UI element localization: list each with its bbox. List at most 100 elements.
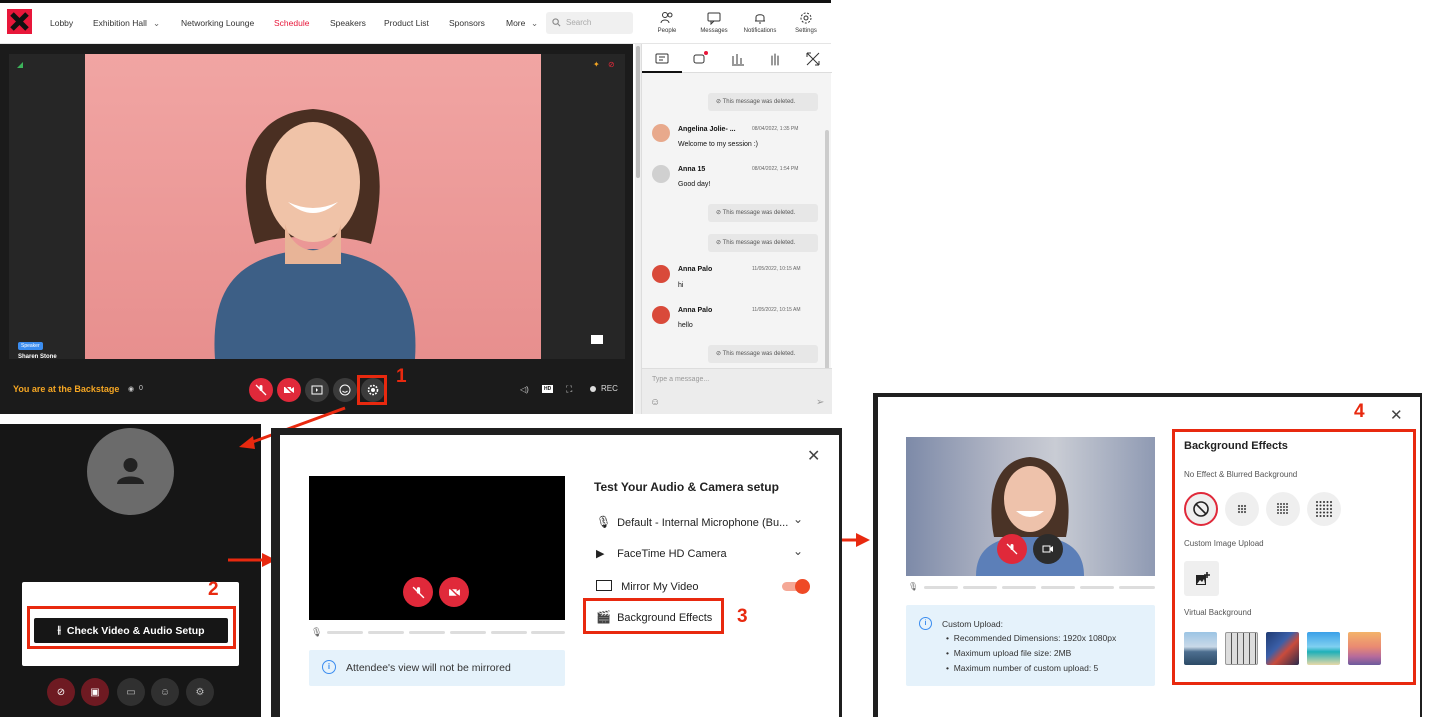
- virtual-bg-room[interactable]: [1266, 632, 1299, 665]
- step-1-highlight: [357, 375, 387, 405]
- qa-tab-icon[interactable]: [692, 51, 708, 67]
- mute-button[interactable]: [249, 378, 273, 402]
- mic-level-icon: 🎙: [311, 627, 323, 637]
- send-icon[interactable]: ➢: [816, 397, 824, 408]
- camera-icon: ▶: [596, 548, 605, 560]
- nav-product-list[interactable]: Product List: [384, 18, 429, 28]
- preview-camera-button[interactable]: [439, 577, 469, 607]
- mic-off-icon: ⊘: [56, 686, 66, 698]
- people-button[interactable]: People: [647, 11, 687, 34]
- microphone-icon: 🎙: [596, 515, 612, 529]
- avatar: [652, 306, 670, 324]
- poll-tab-icon[interactable]: [730, 51, 746, 67]
- settings-button[interactable]: Settings: [786, 11, 826, 34]
- mic-level-segment: [368, 631, 404, 634]
- mic-level-segment: [491, 631, 527, 634]
- step-3-label: 3: [737, 606, 748, 627]
- hd-badge[interactable]: HD: [542, 385, 554, 393]
- share-screen-button[interactable]: [305, 378, 329, 402]
- more-chevron-icon[interactable]: ⌄: [531, 18, 538, 29]
- nav-lobby[interactable]: Lobby: [50, 18, 73, 28]
- chat-time: 08/04/2022, 1:54 PM: [752, 166, 799, 172]
- avatar: [652, 165, 670, 183]
- share-screen-icon: ▭: [126, 686, 136, 698]
- effects-camera-button[interactable]: [1033, 534, 1063, 564]
- search-input[interactable]: Search: [546, 12, 633, 34]
- close-icon[interactable]: ✕: [807, 446, 820, 466]
- emoji-icon[interactable]: ☺: [650, 397, 660, 408]
- custom-upload-item: • Maximum upload file size: 2MB: [946, 648, 1072, 658]
- blur-light-option[interactable]: [1225, 492, 1259, 526]
- chat-time: 11/05/2022, 10:15 AM: [752, 307, 801, 313]
- fullscreen-icon[interactable]: ⛶: [566, 384, 572, 395]
- effects-title: Background Effects: [1184, 440, 1288, 452]
- expand-tab-icon[interactable]: [805, 51, 821, 67]
- mic-off-icon: [1006, 543, 1018, 555]
- blur-medium-option[interactable]: [1266, 492, 1300, 526]
- search-icon: [552, 18, 561, 27]
- nav-sponsors[interactable]: Sponsors: [449, 18, 485, 28]
- chevron-down-icon[interactable]: ⌄: [793, 544, 803, 558]
- virtual-bg-beach[interactable]: [1307, 632, 1340, 665]
- custom-section-label: Custom Image Upload: [1184, 539, 1264, 548]
- app-logo[interactable]: [7, 9, 32, 34]
- camera-icon: [1042, 545, 1053, 553]
- raise-hand-tab-icon[interactable]: [767, 51, 783, 67]
- people-label: People: [657, 28, 677, 34]
- nav-schedule[interactable]: Schedule: [274, 18, 309, 28]
- add-image-icon: [1195, 571, 1210, 585]
- notifications-button[interactable]: Notifications: [740, 11, 780, 34]
- chat-scrollbar[interactable]: [825, 130, 829, 400]
- settings-button[interactable]: ⚙: [186, 678, 214, 706]
- camera-off-icon: [448, 586, 460, 598]
- no-effect-option[interactable]: [1184, 492, 1218, 526]
- chevron-down-icon[interactable]: ⌄: [793, 512, 803, 526]
- step-3-highlight: [583, 598, 724, 634]
- pip-icon[interactable]: [591, 335, 603, 344]
- mirror-toggle[interactable]: [782, 579, 810, 594]
- nav-networking-lounge[interactable]: Networking Lounge: [181, 18, 254, 28]
- scrollbar-thumb[interactable]: [636, 46, 640, 178]
- custom-upload-item: • Recommended Dimensions: 1920x 1080px: [946, 633, 1117, 643]
- chat-author: Anna Palo: [678, 266, 713, 273]
- mute-button[interactable]: ⊘: [47, 678, 75, 706]
- gear-icon: ⚙: [195, 686, 205, 698]
- pin-icon[interactable]: ✦: [593, 60, 600, 69]
- emoji-button[interactable]: ☺: [151, 678, 179, 706]
- preview-mute-button[interactable]: [403, 577, 433, 607]
- chat-input[interactable]: Type a message...: [652, 376, 709, 383]
- chat-tab-icon[interactable]: [654, 51, 670, 67]
- deleted-message: ⊘ This message was deleted.: [708, 204, 818, 222]
- signal-icon: [17, 62, 23, 68]
- upload-image-button[interactable]: [1184, 561, 1219, 596]
- share-screen-button[interactable]: ▭: [117, 678, 145, 706]
- virtual-bg-mountains[interactable]: [1184, 632, 1217, 665]
- emoji-icon: ☺: [159, 686, 171, 698]
- emoji-button[interactable]: [333, 378, 357, 402]
- rec-label[interactable]: REC: [601, 384, 618, 393]
- camera-select[interactable]: ▶ FaceTime HD Camera: [596, 547, 727, 560]
- step-1-label: 1: [396, 366, 407, 387]
- volume-icon[interactable]: ◁): [520, 385, 529, 394]
- blur-heavy-option[interactable]: [1307, 492, 1341, 526]
- share-screen-icon: [311, 385, 323, 395]
- rec-dot-icon: [590, 386, 596, 392]
- mic-off-icon: [255, 384, 267, 396]
- microphone-select[interactable]: 🎙 Default - Internal Microphone (Bu...: [596, 515, 788, 529]
- virtual-bg-sunset[interactable]: [1348, 632, 1381, 665]
- camera-off-button[interactable]: [277, 378, 301, 402]
- nav-more[interactable]: More: [506, 18, 525, 28]
- speaker-name: Sharen Stone: [18, 354, 57, 360]
- effects-mute-button[interactable]: [997, 534, 1027, 564]
- chevron-down-icon[interactable]: ⌄: [153, 18, 160, 29]
- virtual-bg-office[interactable]: [1225, 632, 1258, 665]
- eye-icon: ◉: [128, 386, 135, 393]
- camera-off-button[interactable]: ▣: [81, 678, 109, 706]
- nav-exhibition-hall[interactable]: Exhibition Hall: [93, 18, 147, 28]
- mic-level-segment: [963, 586, 997, 589]
- nav-speakers[interactable]: Speakers: [330, 18, 366, 28]
- close-icon[interactable]: ✕: [1390, 406, 1403, 424]
- messages-button[interactable]: Messages: [694, 11, 734, 34]
- people-icon: [660, 12, 673, 24]
- settings-label: Settings: [795, 28, 817, 34]
